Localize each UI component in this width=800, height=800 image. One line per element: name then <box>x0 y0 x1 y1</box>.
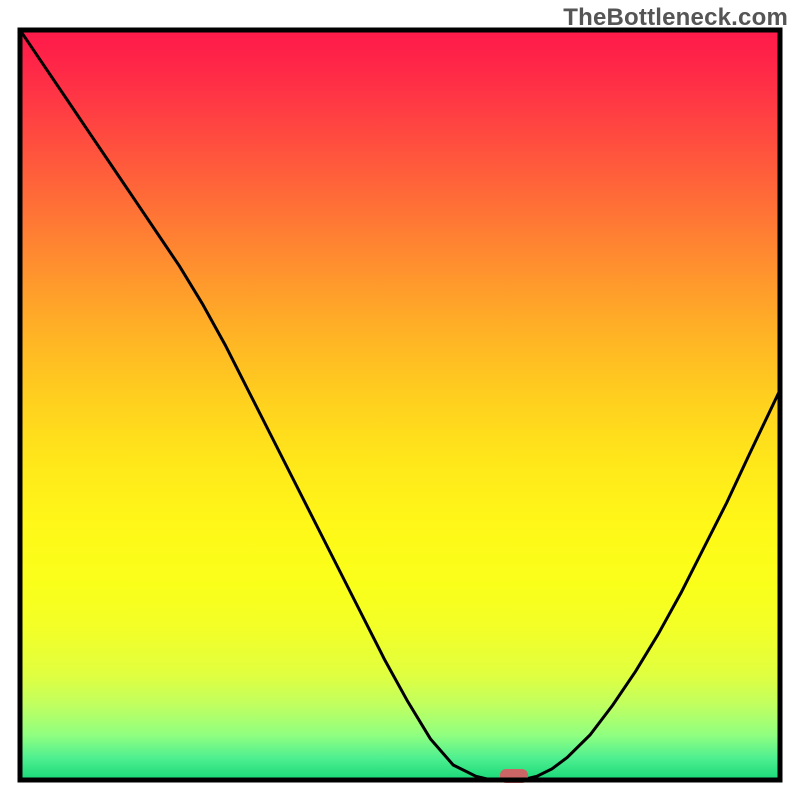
chart-container: TheBottleneck.com <box>0 0 800 800</box>
bottleneck-chart <box>0 0 800 800</box>
watermark-text: TheBottleneck.com <box>563 4 788 32</box>
plot-background-gradient <box>20 30 780 780</box>
